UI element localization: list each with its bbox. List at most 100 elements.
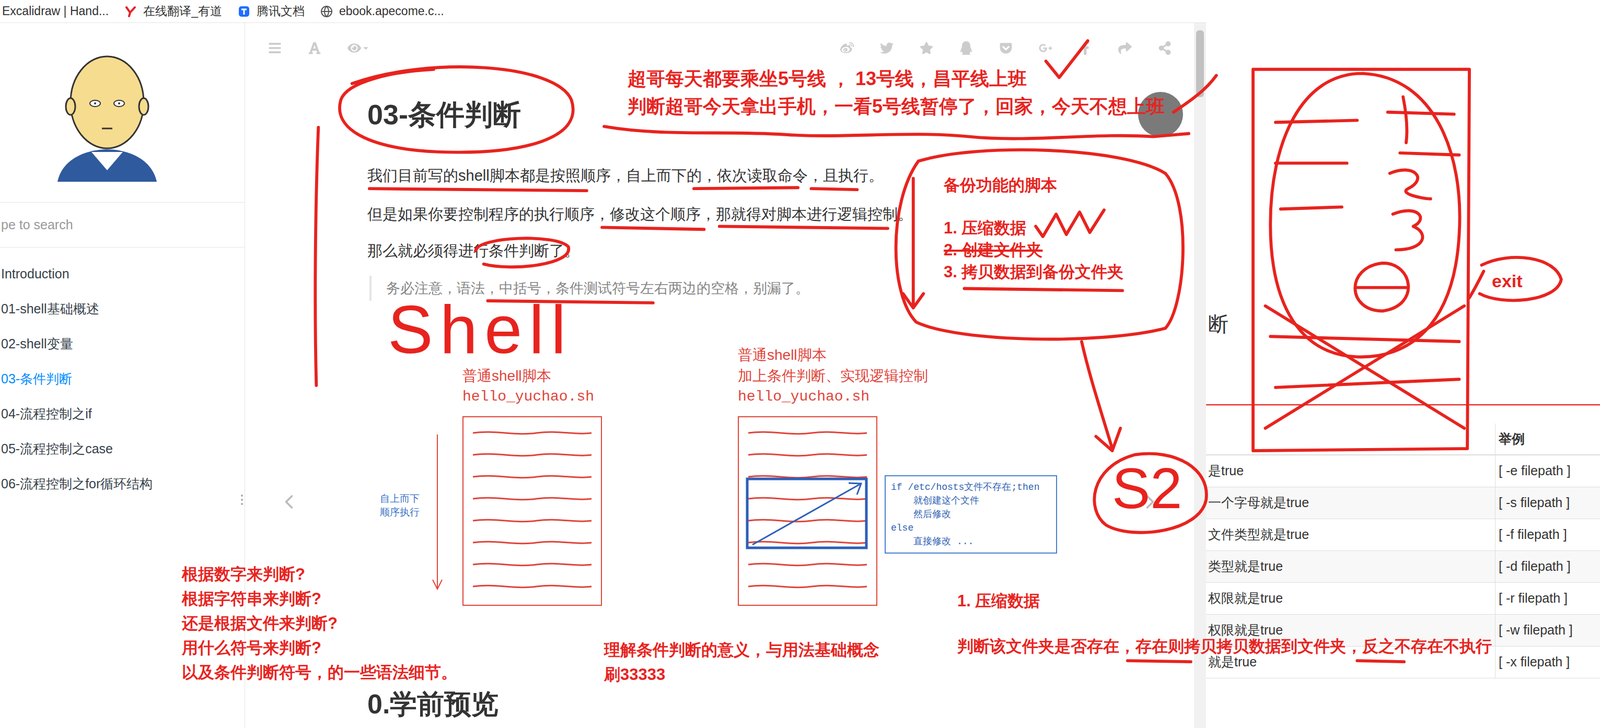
bookmark[interactable]: ebook.apecome.c... <box>320 2 445 21</box>
weibo-icon[interactable] <box>840 41 854 55</box>
youdao-logo-icon <box>124 5 137 18</box>
avatar-picture-icon <box>0 44 215 182</box>
caption-line: 加上条件判断、实现逻辑控制 <box>737 365 929 387</box>
sidebar-item[interactable]: 05-流程控制之case <box>0 431 245 467</box>
arrow-label: 自上而下顺序执行 <box>379 492 420 520</box>
script-figure: 普通shell脚本hello_yuchao.sh自上而下顺序执行普通shell脚… <box>367 344 1099 617</box>
view-menu[interactable] <box>347 41 370 55</box>
paragraph: 我们目前写的shell脚本都是按照顺序，自上而下的，依次读取命令，且执行。 <box>367 166 1174 185</box>
summary-line: 刷33333 <box>604 662 880 688</box>
freehand-strokes-icon <box>0 0 1600 728</box>
table-row: 权限就是true[ -r filepath ] <box>1206 583 1600 616</box>
summary-line: 理解条件判断的意义，与用法基础概念 <box>604 638 880 663</box>
eye-icon <box>347 41 362 55</box>
script-file-name: hello_yuchao.sh <box>462 386 595 408</box>
condition-cell: 文件类型就是true <box>1206 519 1495 551</box>
bookmark[interactable]: 腾讯文档 <box>237 2 305 21</box>
menu-icon[interactable] <box>268 41 282 55</box>
bookmark-label: ebook.apecome.c... <box>339 2 445 21</box>
font-settings-icon[interactable] <box>307 41 322 55</box>
sidebar-nav: Introduction01-shell基础概述02-shell变量03-条件判… <box>0 256 245 502</box>
table-row: 权限就是true[ -w filepath ] <box>1206 615 1600 647</box>
table-row: 类型就是true[ -d filepath ] <box>1206 551 1600 584</box>
code-line: 直接修改 ... <box>890 535 1051 549</box>
condition-table: 举例是true[ -e filepath ]一个字母就是true[ -s fil… <box>1206 423 1600 679</box>
step-note: 1. 压缩数据 <box>957 592 1040 611</box>
s2-note: S2 <box>1111 459 1183 518</box>
caption-line: 普通shell脚本 <box>737 344 929 366</box>
sidebar-item[interactable]: Introduction <box>0 256 245 292</box>
tencent-docs-logo-icon <box>237 5 251 18</box>
sidebar-item[interactable]: 01-shell基础概述 <box>0 291 245 327</box>
sidebar-item[interactable]: 03-条件判断 <box>0 361 245 397</box>
backup-step: 2. 创建文件夹 <box>943 239 1124 262</box>
sidebar-item[interactable]: 06-流程控制之for循环结构 <box>0 466 245 502</box>
bookmark-label: 腾讯文档 <box>256 2 305 21</box>
question-line: 还是根据文件来判断? <box>181 611 458 636</box>
condition-cell: 权限就是true <box>1206 615 1495 647</box>
toolbar-right <box>840 41 1172 55</box>
example-cell: [ -w filepath ] <box>1494 615 1600 647</box>
resize-handle-icon[interactable] <box>240 494 244 506</box>
search-input[interactable] <box>0 215 245 236</box>
google-plus-icon[interactable] <box>1038 41 1053 55</box>
example-cell: [ -d filepath ] <box>1494 551 1600 583</box>
plain-script-drawing-icon <box>463 417 601 606</box>
caption-line: 普通shell脚本 <box>462 365 595 387</box>
next-page-icon[interactable] <box>1138 490 1162 514</box>
question-line: 以及条件判断符号，的一些语法细节。 <box>181 660 458 686</box>
code-line: else <box>890 521 1051 536</box>
share-alt-icon[interactable] <box>1157 41 1172 55</box>
arrow-label-line: 顺序执行 <box>379 505 420 520</box>
controlled-script-drawing-icon <box>738 417 877 606</box>
share-icon[interactable] <box>1118 41 1132 55</box>
shell-note: Shell <box>387 295 573 364</box>
bookmark[interactable]: Excalidraw | Hand... <box>2 2 109 21</box>
example-cell: [ -x filepath ] <box>1494 646 1600 679</box>
caret-down-icon <box>362 44 370 52</box>
sidebar-item[interactable]: 02-shell变量 <box>0 326 245 362</box>
page-content: 03-条件判断我们目前写的shell脚本都是按照顺序，自上而下的，依次读取命令，… <box>245 22 1194 728</box>
sidebar: Introduction01-shell基础概述02-shell变量03-条件判… <box>0 22 246 728</box>
commute-line: 超哥每天都要乘坐5号线 ， 13号线，昌平线上班 <box>627 64 1165 93</box>
scrollbar-thumb[interactable] <box>1196 30 1204 98</box>
pocket-icon[interactable] <box>999 41 1013 55</box>
condition-cell: 一个字母就是true <box>1206 487 1495 519</box>
screen: Excalidraw | Hand... 在线翻译_有道 腾讯文档 ebook.ape… <box>0 0 1600 728</box>
backup-note: 备份功能的脚本 1. 压缩数据2. 创建文件夹3. 拷贝数据到备份文件夹 <box>943 174 1124 284</box>
condition-cell: 权限就是true <box>1206 583 1495 615</box>
question-line: 根据数字来判断? <box>181 562 458 587</box>
code-box: if /etc/hosts文件不存在;then 就创建这个文件 然后修改else… <box>884 475 1058 554</box>
down-arrow-icon <box>430 433 445 592</box>
section-heading: 0.学前预览 <box>367 687 1174 722</box>
question-line: 用什么符号来判断? <box>181 635 458 661</box>
backup-title: 备份功能的脚本 <box>943 174 1124 197</box>
example-cell: [ -e filepath ] <box>1494 455 1600 488</box>
condition-cell: 就是true <box>1206 646 1495 679</box>
floating-button[interactable] <box>1138 91 1184 137</box>
code-line: 就创建这个文件 <box>890 494 1051 508</box>
backup-step: 1. 压缩数据 <box>943 217 1124 240</box>
qq-icon[interactable] <box>959 41 973 55</box>
bookmark-label: Excalidraw | Hand... <box>2 2 109 21</box>
code-line: if /etc/hosts文件不存在;then <box>890 480 1051 495</box>
bookmarks-bar: Excalidraw | Hand... 在线翻译_有道 腾讯文档 ebook.ape… <box>0 0 1207 23</box>
summary-note: 理解条件判断的意义，与用法基础概念刷33333 <box>604 638 880 688</box>
question-line: 根据字符串来判断? <box>181 586 458 612</box>
backup-step: 3. 拷贝数据到备份文件夹 <box>943 261 1124 284</box>
search-box <box>0 202 245 248</box>
paragraph: 但是如果你要控制程序的执行顺序，修改这个顺序，那就得对脚本进行逻辑控制。 <box>367 204 1174 224</box>
example-cell: [ -r filepath ] <box>1494 583 1600 615</box>
table-header: 举例 <box>1206 423 1600 456</box>
paragraph: 那么就必须得进行条件判断了。 <box>367 241 1174 261</box>
questions-note: 根据数字来判断?根据字符串来判断?还是根据文件来判断?用什么符号来判断?以及条件… <box>181 562 458 686</box>
globe-icon <box>320 5 333 18</box>
page-title: 03-条件判断 <box>367 96 1174 133</box>
bookmark[interactable]: 在线翻译_有道 <box>124 2 223 21</box>
facebook-icon[interactable] <box>1078 41 1093 55</box>
toolbar-left <box>268 41 370 55</box>
star-icon[interactable] <box>919 41 934 55</box>
previous-page-icon[interactable] <box>277 490 301 514</box>
twitter-icon[interactable] <box>879 41 894 55</box>
sidebar-item[interactable]: 04-流程控制之if <box>0 396 245 432</box>
